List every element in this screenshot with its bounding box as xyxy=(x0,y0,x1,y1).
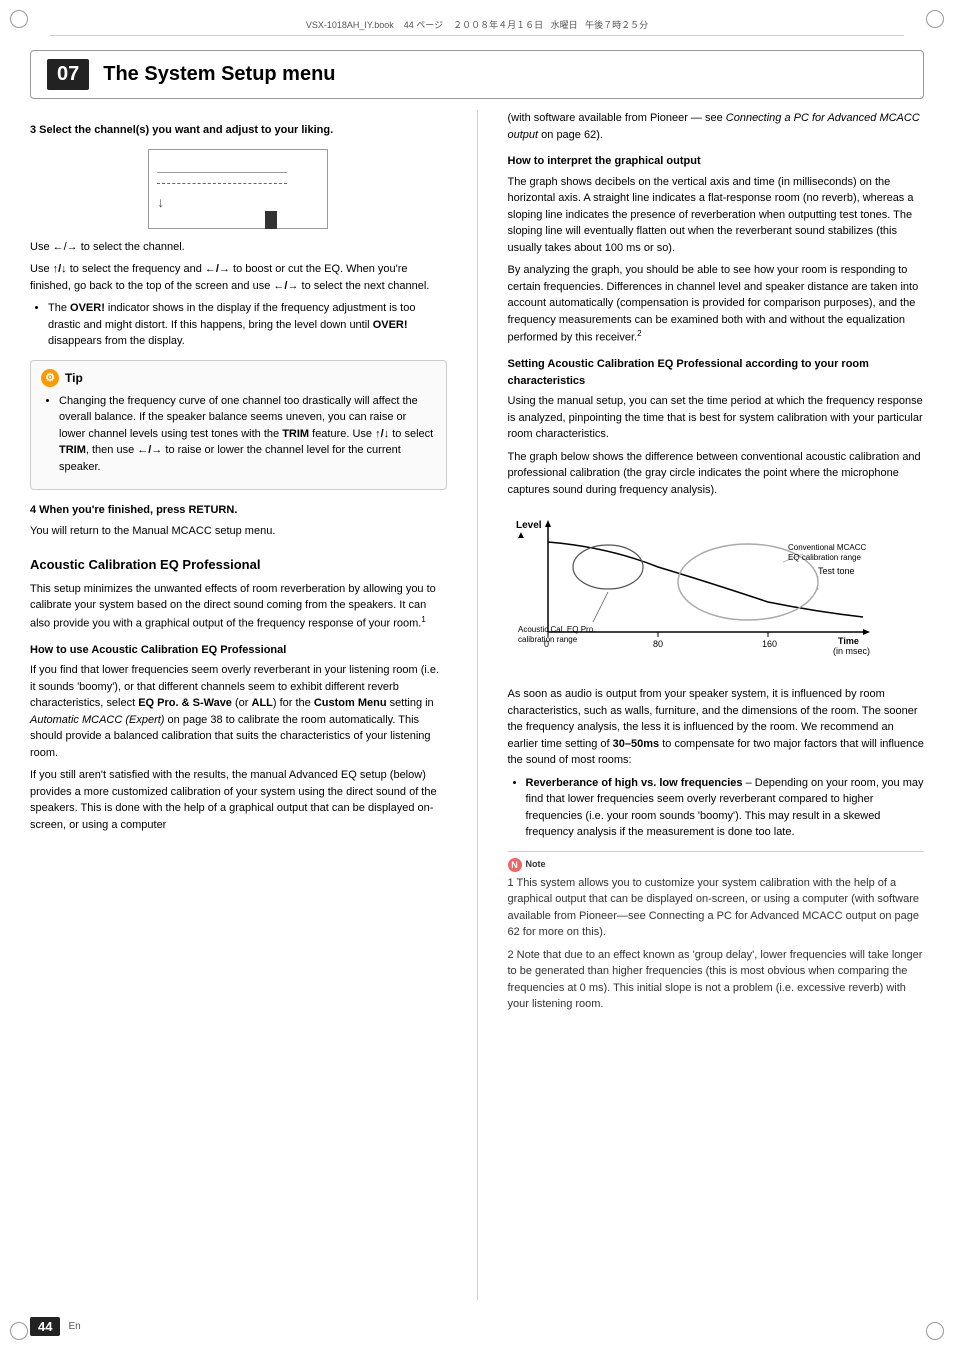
chart-container: Level ▲ Time (in msec) 0 80 160 xyxy=(508,512,925,672)
svg-text:160: 160 xyxy=(762,639,777,649)
chapter-number: 07 xyxy=(47,59,89,90)
svg-text:calibration range: calibration range xyxy=(518,635,578,644)
tip-bullet1: Changing the frequency curve of one chan… xyxy=(59,393,436,476)
right-column: (with software available from Pioneer — … xyxy=(498,110,925,1300)
setting-acoustic-text1: Using the manual setup, you can set the … xyxy=(508,393,925,443)
svg-text:EQ calibration range: EQ calibration range xyxy=(788,553,861,562)
how-to-interpret-heading: How to interpret the graphical output xyxy=(508,153,925,170)
setting-acoustic-text2: The graph below shows the difference bet… xyxy=(508,449,925,499)
time-unit: (in msec) xyxy=(833,646,870,656)
svg-text:80: 80 xyxy=(653,639,663,649)
step3-arrow-text2: Use ↑/↓ to select the frequency and ←/→ … xyxy=(30,261,447,294)
note-box: N Note 1 This system allows you to custo… xyxy=(508,851,925,1013)
how-to-interpret-text1: The graph shows decibels on the vertical… xyxy=(508,174,925,257)
acoustic-label: Acoustic Cal. EQ Pro. xyxy=(518,625,595,634)
step3-bullet1: The OVER! indicator shows in the display… xyxy=(48,300,447,350)
text-after-chart: As soon as audio is output from your spe… xyxy=(508,686,925,769)
acoustic-eq-text1: This setup minimizes the unwanted effect… xyxy=(30,581,447,632)
tip-icon: ⚙ xyxy=(41,369,59,387)
reverb-bullet1: Reverberance of high vs. low frequencies… xyxy=(526,775,925,841)
chapter-header: 07 The System Setup menu xyxy=(30,50,924,99)
corner-mark-tl xyxy=(10,10,28,28)
step3-bullets: The OVER! indicator shows in the display… xyxy=(30,300,447,350)
sup1: 1 xyxy=(421,615,425,624)
test-tone-label: Test tone xyxy=(818,566,855,576)
eq-bar-line xyxy=(157,183,287,184)
corner-mark-br xyxy=(926,1322,944,1340)
left-column: 3 Select the channel(s) you want and adj… xyxy=(30,110,457,1300)
tip-header: ⚙ Tip xyxy=(41,369,436,387)
conventional-label: Conventional MCACC xyxy=(788,543,866,552)
eq-slider xyxy=(265,211,277,229)
note-header: N Note xyxy=(508,858,925,872)
svg-text:▲: ▲ xyxy=(516,530,526,541)
step3-arrow-text1: Use ←/→ to select the channel. xyxy=(30,239,447,256)
chapter-title: The System Setup menu xyxy=(103,63,335,86)
corner-mark-bl xyxy=(10,1322,28,1340)
how-to-use-heading: How to use Acoustic Calibration EQ Profe… xyxy=(30,642,447,659)
step4-heading: 4 When you're finished, press RETURN. xyxy=(30,502,447,519)
acoustic-eq-heading: Acoustic Calibration EQ Professional xyxy=(30,555,447,575)
how-to-use-text2: If you still aren't satisfied with the r… xyxy=(30,767,447,833)
tip-list: Changing the frequency curve of one chan… xyxy=(41,393,436,476)
main-content: 3 Select the channel(s) you want and adj… xyxy=(30,110,924,1300)
chart-svg: Level ▲ Time (in msec) 0 80 160 xyxy=(508,512,888,672)
corner-mark-tr xyxy=(926,10,944,28)
setting-acoustic-heading: Setting Acoustic Calibration EQ Professi… xyxy=(508,356,925,389)
reverb-bullets: Reverberance of high vs. low frequencies… xyxy=(508,775,925,841)
tip-label: Tip xyxy=(65,371,83,385)
note-label: Note xyxy=(526,858,546,871)
meta-text: VSX-1018AH_IY.book 44 ページ ２００８年４月１６日 水曜日… xyxy=(306,20,648,30)
page-number: 44 xyxy=(30,1317,60,1336)
screen-graphic: ↓ xyxy=(148,149,328,229)
sup2: 2 xyxy=(637,329,641,338)
column-divider xyxy=(477,110,478,1300)
screen-arrow: ↓ xyxy=(157,194,319,210)
page-lang: En xyxy=(68,1321,80,1332)
tip-box: ⚙ Tip Changing the frequency curve of on… xyxy=(30,360,447,491)
time-label: Time xyxy=(838,636,859,646)
how-to-interpret-text2: By analyzing the graph, you should be ab… xyxy=(508,262,925,346)
note1-text: 1 This system allows you to customize yo… xyxy=(508,875,925,941)
page-footer: 44 En xyxy=(30,1317,81,1336)
note-icon: N xyxy=(508,858,522,872)
step4-text: You will return to the Manual MCACC setu… xyxy=(30,523,447,540)
continued-text: (with software available from Pioneer — … xyxy=(508,110,925,143)
how-to-use-text1: If you find that lower frequencies seem … xyxy=(30,662,447,761)
meta-bar: VSX-1018AH_IY.book 44 ページ ２００８年４月１６日 水曜日… xyxy=(50,18,904,36)
note2-text: 2 Note that due to an effect known as 'g… xyxy=(508,947,925,1013)
step3-heading: 3 Select the channel(s) you want and adj… xyxy=(30,122,447,139)
